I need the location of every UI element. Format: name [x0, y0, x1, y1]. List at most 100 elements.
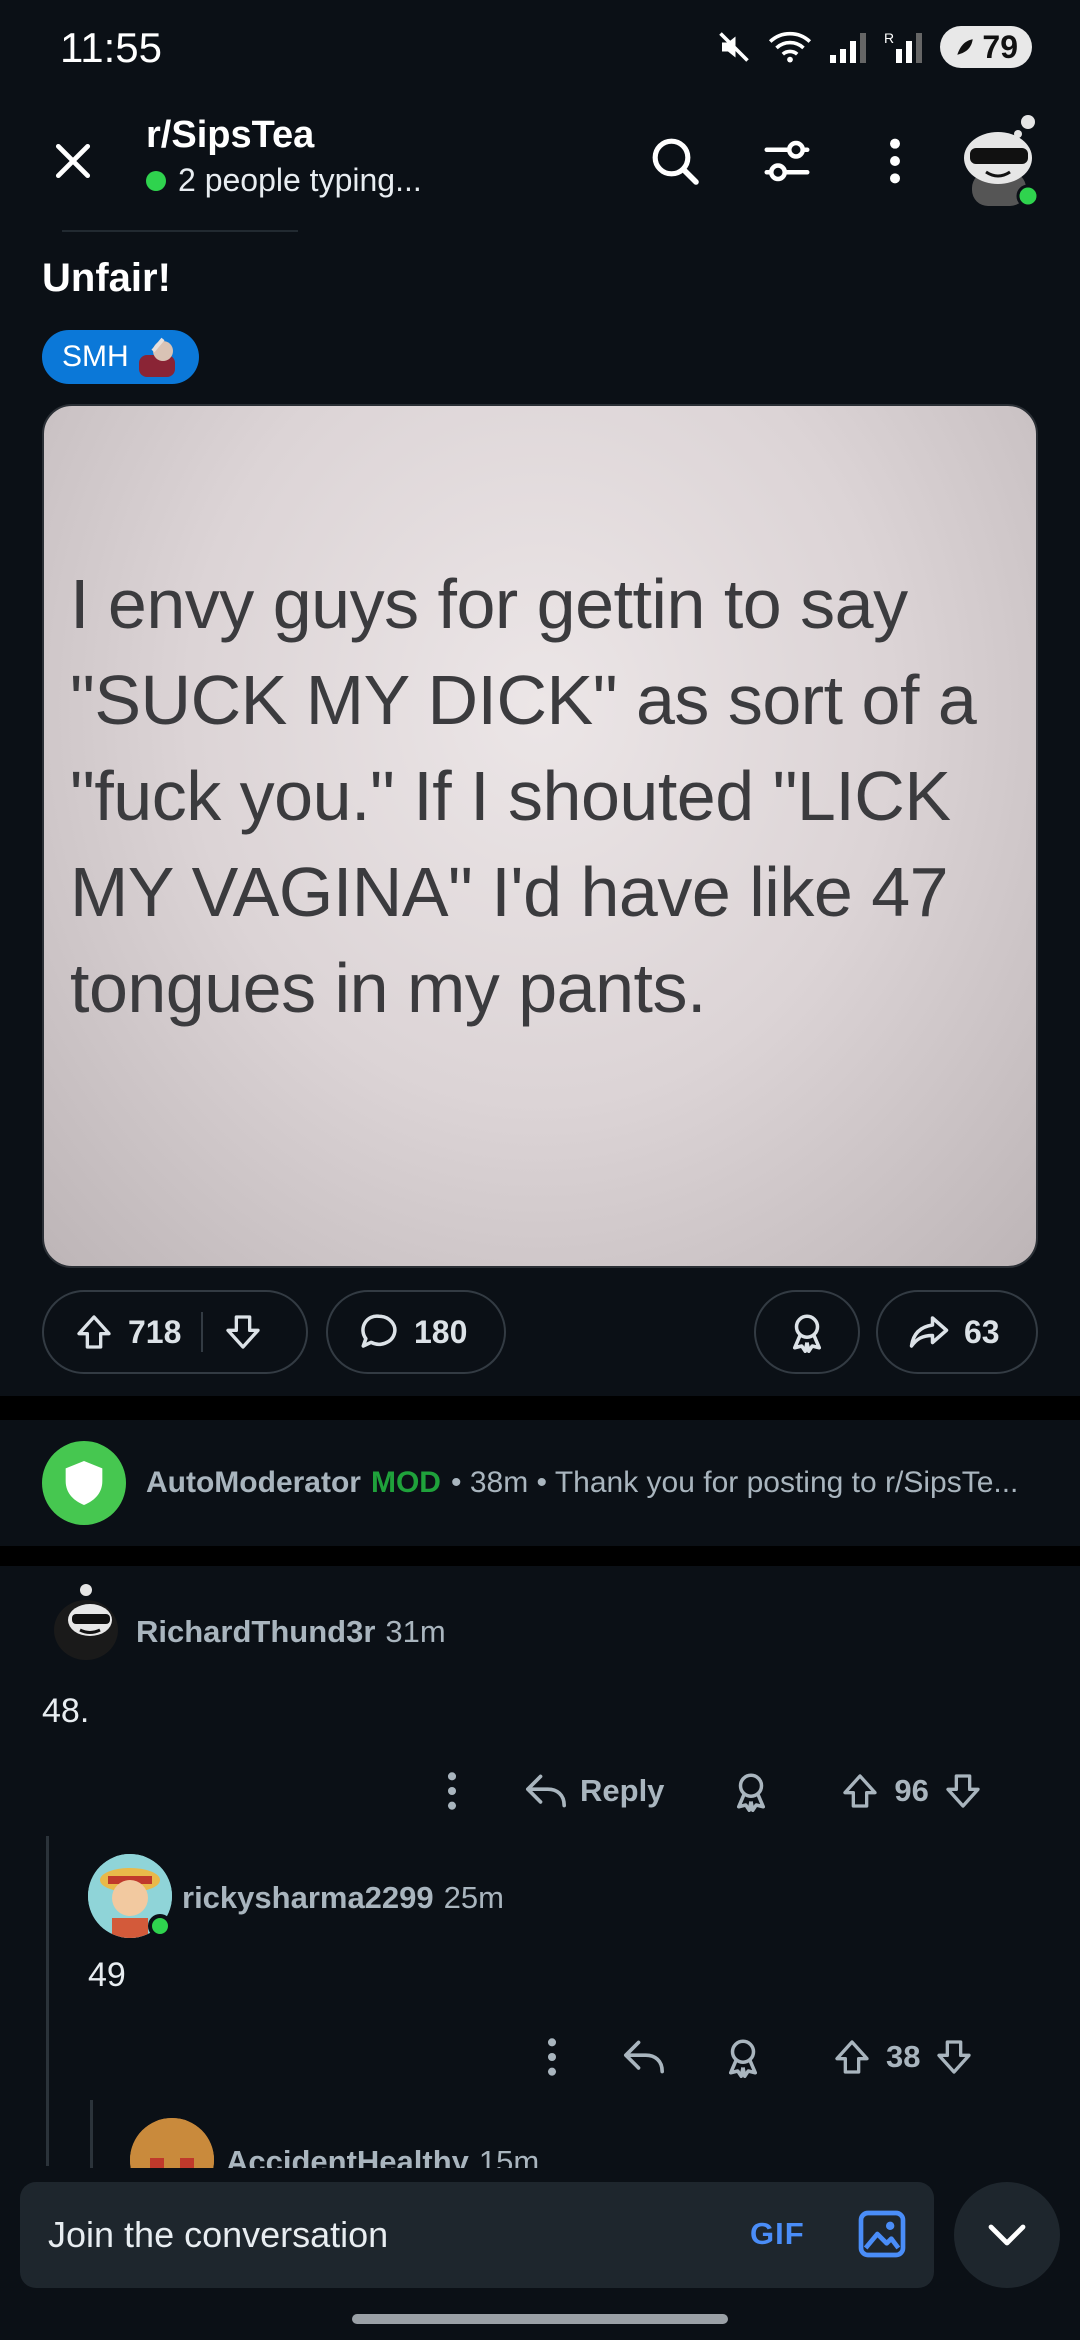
downvote-arrow-icon: [226, 1315, 261, 1349]
more-options-button[interactable]: [862, 128, 928, 194]
post-action-bar: 718 180 63: [42, 1290, 1038, 1376]
vote-count: 96: [894, 1773, 929, 1808]
snoo-avatar-icon: [54, 1584, 118, 1660]
status-bar: 11:55 R 79: [0, 0, 1080, 100]
comment-actions: 38: [540, 2022, 974, 2092]
upvote-count: 718: [128, 1313, 182, 1350]
automod-name[interactable]: AutoModerator: [146, 1466, 361, 1500]
image-button[interactable]: [854, 2206, 910, 2262]
comment-time: 25m: [443, 1880, 504, 1915]
reply-button[interactable]: Reply: [524, 1771, 664, 1811]
vote-control: 718: [42, 1290, 308, 1374]
share-arrow-icon: [909, 1316, 949, 1348]
award-button[interactable]: [754, 1290, 860, 1374]
battery-level: 79: [982, 28, 1018, 65]
typing-status: 2 people typing...: [178, 162, 422, 198]
automod-comment-collapsed[interactable]: AutoModerator MOD • 38m • Thank you for …: [42, 1440, 1042, 1526]
more-vertical-icon: [547, 2038, 557, 2076]
comments-button[interactable]: 180: [326, 1290, 506, 1374]
typing-indicator: 2 people typing...: [146, 162, 422, 199]
flair-label: SMH: [62, 340, 129, 373]
downvote-button[interactable]: [223, 1312, 263, 1352]
downvote-arrow-icon: [937, 2040, 972, 2074]
automod-avatar: [42, 1441, 126, 1525]
upvote-arrow-icon: [835, 2040, 869, 2074]
composer-placeholder: Join the conversation: [48, 2214, 389, 2255]
comment-count: 180: [414, 1313, 468, 1350]
meme-text: I envy guys for gettin to say "SUCK MY D…: [70, 565, 977, 1027]
upvote-button[interactable]: [74, 1312, 114, 1352]
award-button[interactable]: [722, 2036, 764, 2078]
shield-icon: [65, 1461, 103, 1505]
reply-button[interactable]: [622, 2037, 666, 2077]
flair-emoji-icon: [138, 337, 175, 377]
post-flair[interactable]: SMH: [42, 330, 199, 384]
comment-more-button[interactable]: [540, 2035, 564, 2079]
filter-icon: [764, 140, 810, 182]
app-header: r/SipsTea 2 people typing...: [0, 100, 1080, 230]
award-icon: [793, 1314, 821, 1353]
comment-more-button[interactable]: [440, 1769, 464, 1813]
comment-author[interactable]: RichardThund3r: [136, 1614, 375, 1649]
reply-arrow-icon: [525, 1774, 566, 1808]
section-divider-2: [0, 1546, 1080, 1566]
search-button[interactable]: [642, 128, 708, 194]
thread-line[interactable]: [46, 1836, 49, 2166]
comment-body: 49: [88, 1956, 126, 1994]
comment-actions: Reply 96: [440, 1756, 983, 1826]
upvote-arrow-icon: [77, 1315, 111, 1349]
snoo-avatar-icon: [964, 115, 1040, 208]
filter-button[interactable]: [754, 128, 820, 194]
close-icon: [55, 143, 91, 179]
search-icon: [652, 138, 699, 185]
more-vertical-icon: [447, 1772, 457, 1810]
share-button[interactable]: 63: [876, 1290, 1038, 1374]
home-indicator[interactable]: [352, 2314, 728, 2324]
vote-count: 38: [886, 2039, 921, 2074]
award-button[interactable]: [730, 1770, 772, 1812]
more-vertical-icon: [890, 138, 900, 184]
downvote-button[interactable]: [943, 1771, 983, 1811]
subreddit-name[interactable]: r/SipsTea: [146, 114, 314, 157]
reply-label: Reply: [580, 1773, 665, 1808]
status-time: 11:55: [60, 24, 162, 71]
comment-bubble-icon: [361, 1314, 397, 1348]
comment-author-line: rickysharma2299 25m: [182, 1880, 504, 1916]
mute-icon: [719, 32, 750, 62]
share-count: 63: [964, 1313, 1000, 1350]
image-icon: [858, 2210, 906, 2258]
signal-roaming-icon: R: [884, 30, 923, 63]
vote-separator: [201, 1312, 204, 1352]
battery-saver-icon: [957, 39, 974, 55]
collapse-button[interactable]: [954, 2182, 1060, 2288]
downvote-button[interactable]: [934, 2037, 974, 2077]
upvote-button[interactable]: [832, 2037, 872, 2077]
battery-indicator: 79: [940, 26, 1032, 68]
mod-badge: MOD: [370, 1466, 441, 1499]
comment-composer[interactable]: Join the conversation GIF: [20, 2182, 934, 2288]
online-dot: [148, 1914, 172, 1938]
upvote-arrow-icon: [843, 1774, 878, 1808]
chevron-down-icon: [988, 2224, 1026, 2246]
automod-meta: • 38m • Thank you for posting to r/SipsT…: [450, 1466, 1019, 1499]
online-dot: [146, 170, 166, 191]
signal-icon: [830, 33, 867, 63]
gif-button[interactable]: GIF: [750, 2216, 805, 2252]
post-image[interactable]: I envy guys for gettin to say "SUCK MY D…: [42, 404, 1038, 1268]
wifi-icon: [769, 31, 812, 63]
status-icons: R 79: [716, 26, 1032, 68]
upvote-button[interactable]: [840, 1771, 880, 1811]
user-avatar[interactable]: [958, 112, 1048, 208]
award-icon: [737, 1773, 766, 1812]
close-button[interactable]: [40, 128, 106, 194]
comment-author-line: RichardThund3r 31m: [136, 1614, 446, 1650]
comment-avatar[interactable]: [46, 1584, 124, 1664]
comment-body: 48.: [42, 1692, 90, 1730]
reply-arrow-icon: [623, 2040, 664, 2074]
comment-time: 31m: [385, 1614, 446, 1649]
comment-author[interactable]: rickysharma2299: [182, 1880, 434, 1915]
post-title[interactable]: Unfair!: [42, 256, 171, 301]
downvote-arrow-icon: [946, 1774, 980, 1808]
header-divider: [62, 230, 298, 232]
svg-text:R: R: [884, 30, 894, 46]
